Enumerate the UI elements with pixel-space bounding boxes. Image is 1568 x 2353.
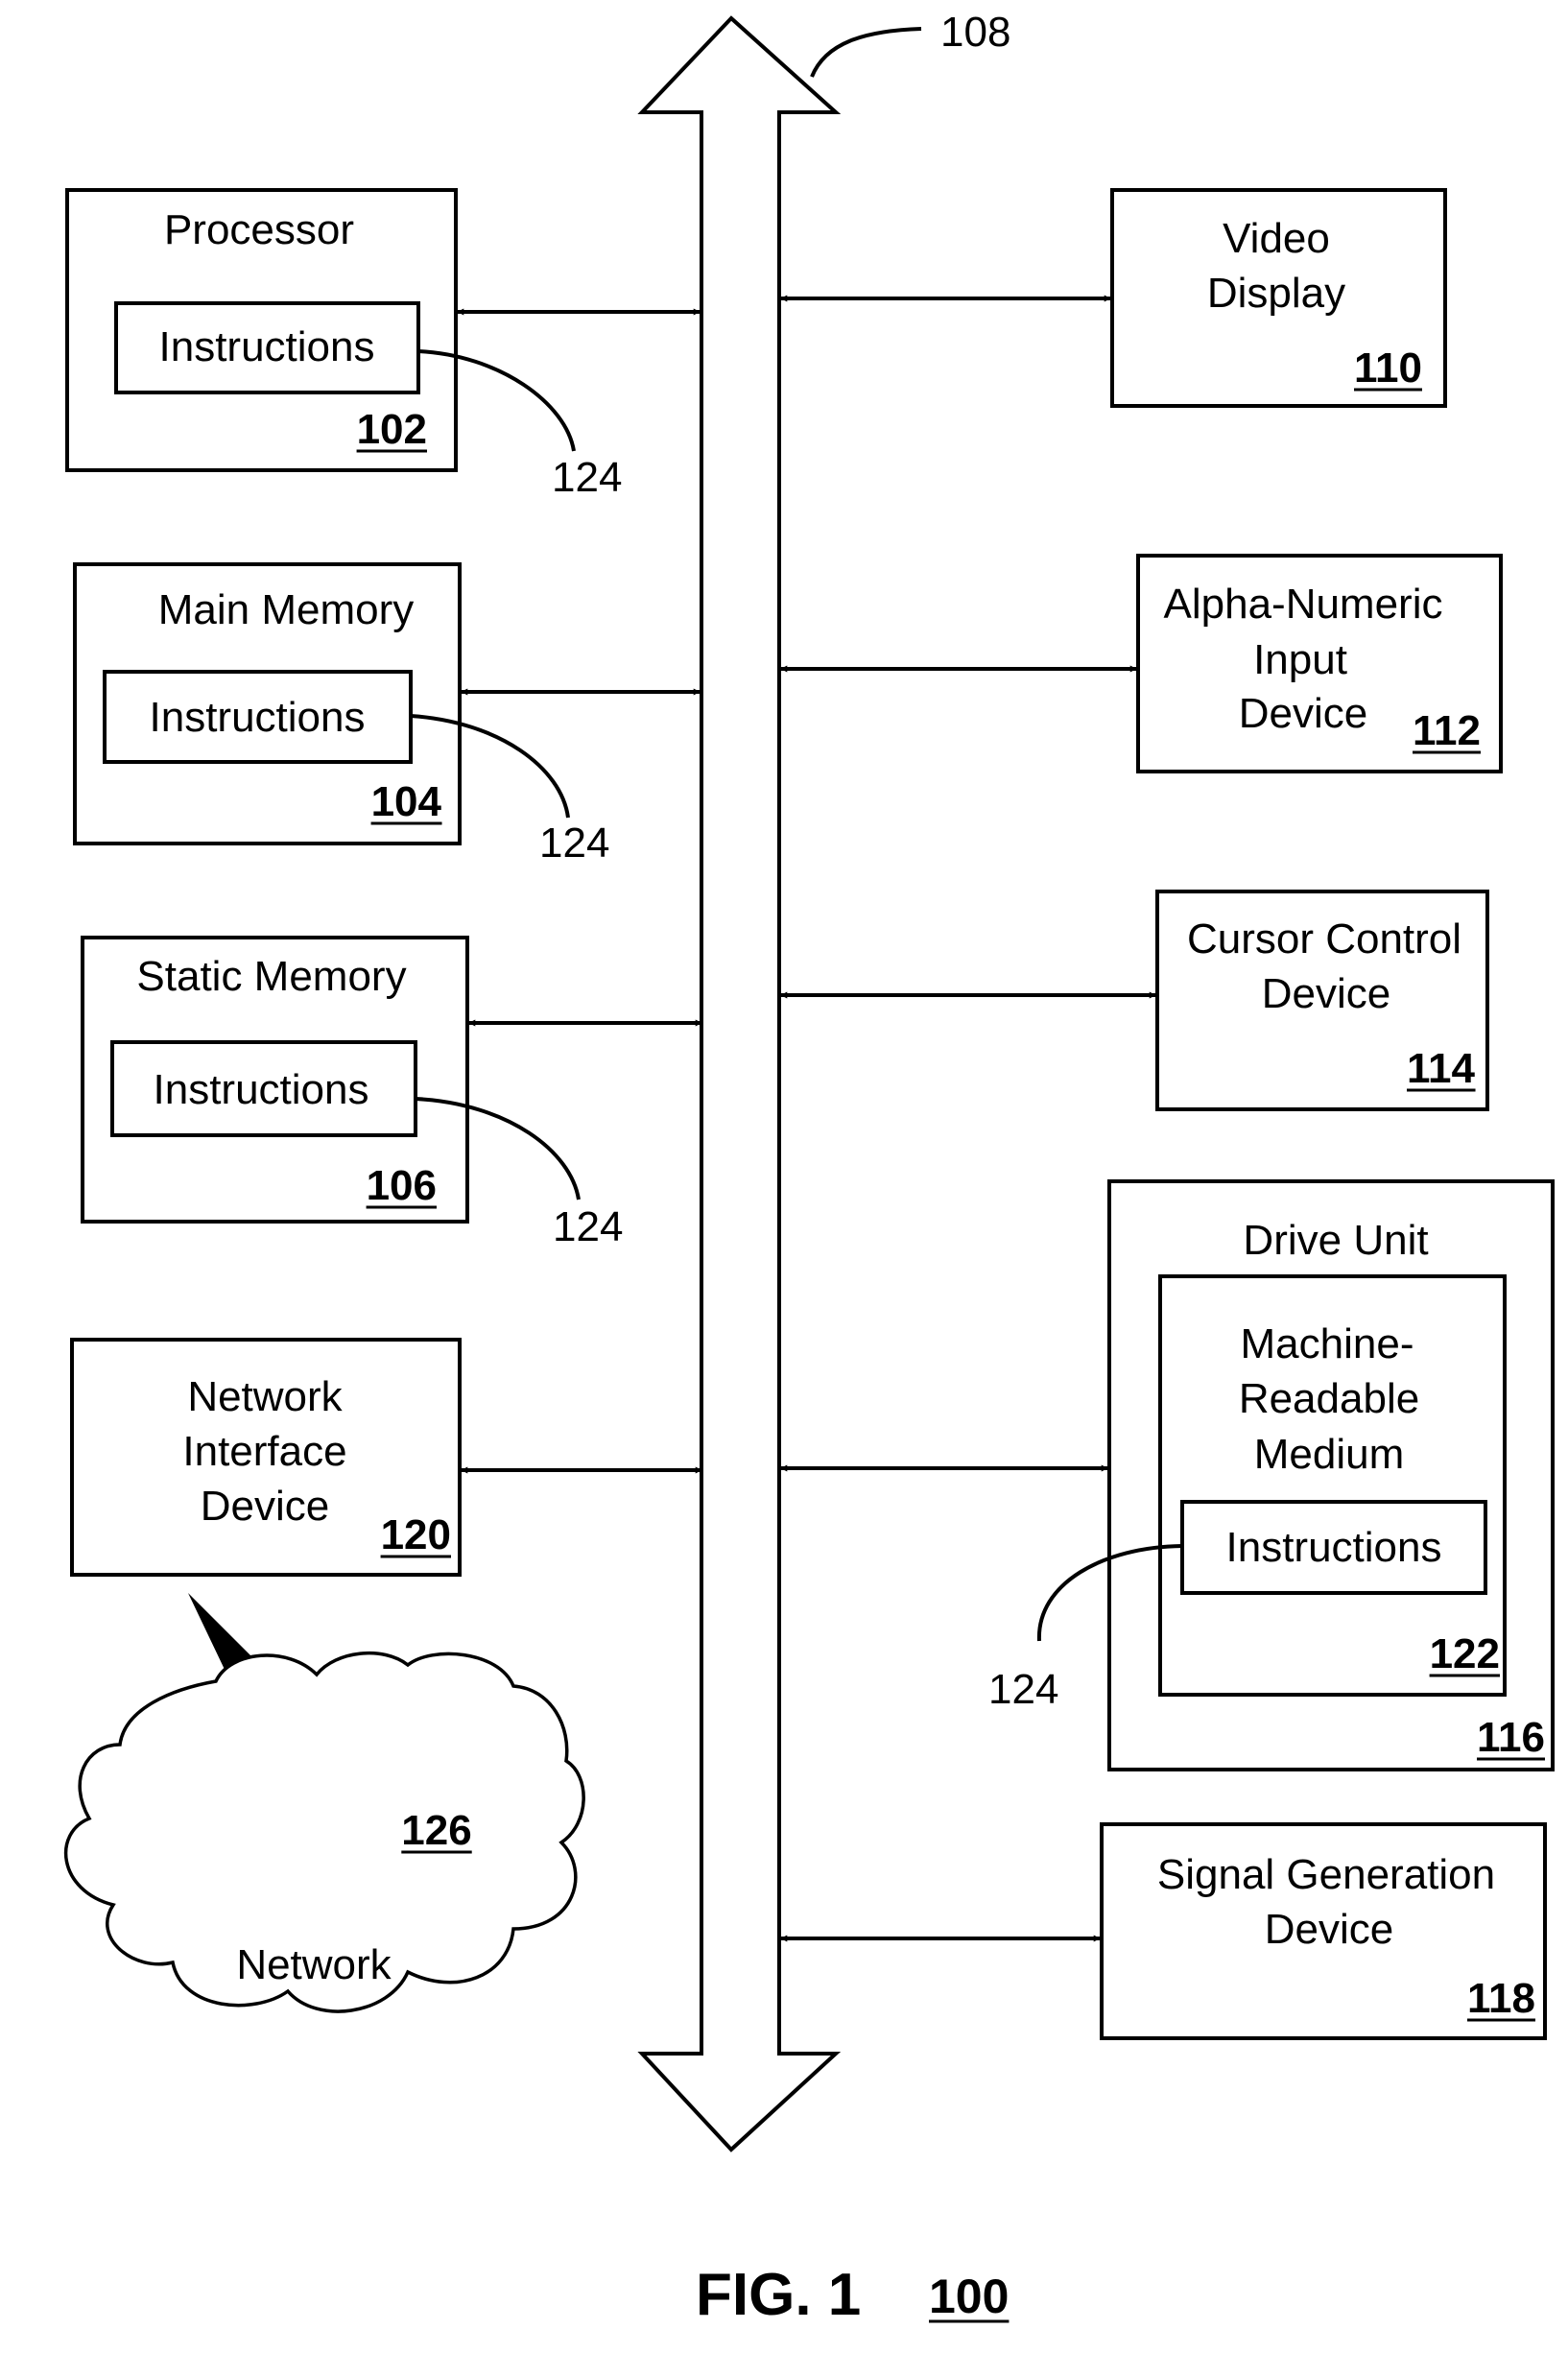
static-memory-title: Static Memory	[136, 953, 406, 1000]
video-display-ref: 110	[1354, 345, 1422, 392]
network-interface-ref: 120	[381, 1511, 451, 1558]
drive-unit-ref: 116	[1477, 1714, 1545, 1761]
signal-generation-line-1: Signal Generation	[1157, 1851, 1495, 1898]
main-memory-instructions-label: Instructions	[150, 694, 366, 741]
medium-line-2: Readable	[1239, 1375, 1419, 1422]
bus-callout-leader	[810, 27, 922, 78]
signal-generation-device-block[interactable]: Signal Generation Device 118	[1100, 1822, 1547, 2040]
cursor-control-line-2: Device	[1262, 970, 1391, 1017]
static-memory-ref: 106	[367, 1162, 437, 1209]
alpha-numeric-line-1: Alpha-Numeric	[1164, 581, 1443, 628]
main-memory-block[interactable]: Main Memory Instructions 104	[73, 562, 462, 845]
medium-line-1: Machine-	[1241, 1320, 1414, 1367]
medium-line-3: Medium	[1254, 1431, 1405, 1478]
figure-ref: 100	[929, 2270, 1009, 2323]
callout-124-medium: 124	[988, 1666, 1058, 1713]
network-cloud[interactable]: 126 Network	[64, 1652, 585, 2013]
processor-ref: 102	[357, 406, 427, 453]
cursor-control-device-block[interactable]: Cursor Control Device 114	[1155, 890, 1489, 1111]
alpha-numeric-line-2: Input	[1253, 636, 1347, 683]
signal-generation-ref: 118	[1467, 1975, 1535, 2022]
network-ref: 126	[401, 1807, 471, 1854]
machine-readable-medium-block[interactable]: Machine- Readable Medium Instructions 12…	[1158, 1274, 1507, 1697]
processor-title: Processor	[164, 206, 354, 253]
network-interface-device-block[interactable]: Network Interface Device 120	[70, 1338, 462, 1577]
block-diagram: 108 Processor Instructions 102 124 Main …	[64, 9, 1555, 2328]
figure-label: FIG. 1	[696, 2262, 861, 2328]
processor-block[interactable]: Processor Instructions 102	[65, 188, 458, 472]
network-label: Network	[236, 1941, 392, 1988]
callout-124-static-memory: 124	[553, 1203, 623, 1250]
medium-instructions-label: Instructions	[1226, 1524, 1442, 1571]
main-memory-title: Main Memory	[158, 586, 415, 633]
callout-124-processor: 124	[552, 454, 622, 501]
network-interface-line-3: Device	[201, 1483, 330, 1530]
alpha-numeric-input-device-block[interactable]: Alpha-Numeric Input Device 112	[1136, 554, 1503, 773]
static-memory-instructions-label: Instructions	[154, 1066, 369, 1113]
drive-unit-title: Drive Unit	[1243, 1217, 1428, 1264]
cursor-control-ref: 114	[1407, 1045, 1476, 1092]
video-display-block[interactable]: Video Display 110	[1110, 188, 1447, 408]
main-memory-ref: 104	[371, 778, 442, 825]
network-interface-line-2: Interface	[182, 1428, 346, 1475]
cursor-control-line-1: Cursor Control	[1187, 915, 1461, 963]
bus-arrow-shape	[637, 15, 842, 2152]
signal-generation-line-2: Device	[1265, 1906, 1394, 1953]
processor-instructions-label: Instructions	[159, 323, 375, 370]
alpha-numeric-line-3: Device	[1239, 690, 1368, 737]
alpha-numeric-ref: 112	[1413, 707, 1481, 754]
callout-124-main-memory: 124	[539, 820, 609, 867]
system-bus: 108	[637, 9, 1010, 2152]
drive-unit-block[interactable]: Drive Unit Machine- Readable Medium Inst…	[1107, 1179, 1555, 1771]
bus-ref-label: 108	[940, 9, 1010, 56]
static-memory-block[interactable]: Static Memory Instructions 106	[81, 936, 469, 1224]
network-interface-line-1: Network	[187, 1373, 343, 1420]
video-display-line-2: Display	[1207, 270, 1345, 317]
medium-ref: 122	[1430, 1630, 1500, 1677]
video-display-line-1: Video	[1223, 215, 1330, 262]
